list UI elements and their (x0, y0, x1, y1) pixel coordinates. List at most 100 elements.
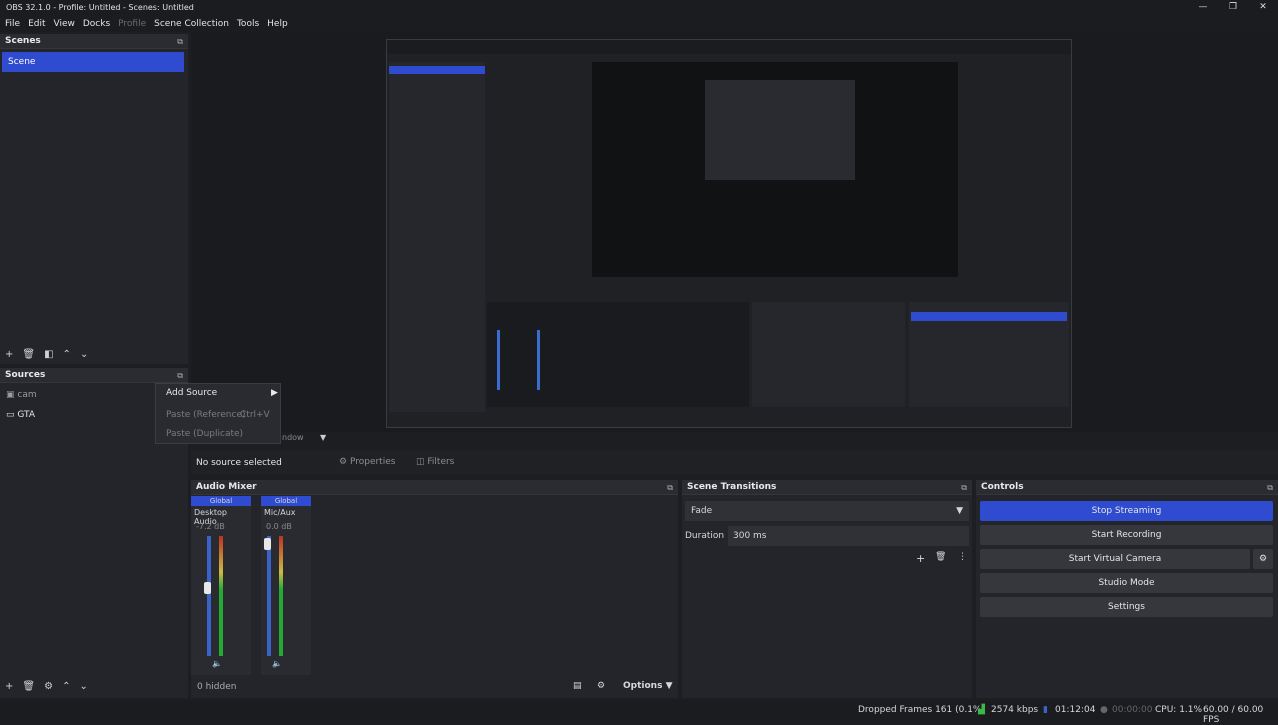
source-toolbar: No source selected ⚙ Properties ◫ Filter… (191, 450, 1278, 475)
source-label: cam (17, 390, 37, 400)
window-title: OBS 32.1.0 - Profile: Untitled - Scenes:… (6, 3, 194, 12)
duration-label: Duration (685, 531, 725, 541)
minimize-button[interactable]: — (1188, 0, 1218, 15)
move-up-icon[interactable]: ⌃ (63, 349, 71, 360)
maximize-button[interactable]: ❐ (1218, 0, 1248, 15)
sources-title: Sources (5, 370, 46, 380)
source-item-gta[interactable]: ▭ GTA (6, 410, 35, 420)
start-virtual-camera-button[interactable]: Start Virtual Camera (980, 549, 1250, 569)
scenes-title: Scenes (5, 36, 41, 46)
bitrate: 2574 kbps (991, 705, 1039, 715)
record-time: 00:00:00 (1112, 705, 1153, 715)
menu-paste-reference[interactable]: Paste (Reference) (166, 410, 246, 420)
camera-icon: ▣ (6, 390, 15, 400)
dock-float-icon[interactable]: ⧉ (667, 480, 673, 495)
start-recording-button[interactable]: Start Recording (980, 525, 1273, 545)
menu-tools[interactable]: Tools (237, 19, 259, 29)
channel-tag: Global (191, 496, 251, 506)
scene-item[interactable]: Scene (2, 52, 184, 72)
close-button[interactable]: ✕ (1248, 0, 1278, 15)
preview-capture-image (386, 39, 1072, 428)
dock-float-icon[interactable]: ⧉ (961, 480, 967, 495)
virtual-camera-settings-icon[interactable]: ⚙ (1253, 549, 1273, 569)
channel-db: -7.2 dB (196, 522, 225, 531)
controls-dock: Controls ⧉ Stop Streaming Start Recording… (976, 480, 1278, 698)
filters-button[interactable]: ◫ Filters (416, 457, 454, 467)
mixer-settings-icon[interactable]: ⚙ (597, 681, 605, 691)
source-properties-icon[interactable]: ⚙ (44, 681, 53, 692)
source-label: GTA (17, 410, 35, 420)
add-transition-icon[interactable]: + (916, 552, 925, 565)
scene-transitions-dock: Scene Transitions ⧉ Fade ▼ Duration 300 ms… (682, 480, 972, 698)
duration-input[interactable]: 300 ms (728, 526, 969, 546)
move-down-icon[interactable]: ⌄ (79, 681, 87, 692)
audio-mixer-dock: Audio Mixer ⧉ Global Desktop Audio -7.2 d… (191, 480, 678, 698)
stop-streaming-button[interactable]: Stop Streaming (980, 501, 1273, 521)
signal-icon: ▟ (978, 705, 985, 715)
submenu-arrow-icon: ▶ (271, 388, 278, 398)
stream-time: 01:12:04 (1055, 705, 1096, 715)
remove-scene-icon[interactable]: 🗑 (22, 349, 35, 360)
no-source-label: No source selected (196, 458, 282, 468)
transitions-title: Scene Transitions (687, 482, 777, 492)
move-up-icon[interactable]: ⌃ (62, 681, 70, 692)
more-options-icon[interactable]: ⋮ (958, 552, 967, 562)
volume-slider[interactable] (267, 536, 271, 656)
volume-slider-handle[interactable] (204, 582, 211, 594)
menu-profile[interactable]: Profile (118, 19, 146, 29)
controls-title: Controls (981, 482, 1024, 492)
shortcut-label: Ctrl+V (240, 410, 270, 420)
transition-select[interactable]: Fade ▼ (685, 501, 969, 521)
record-icon: ● (1100, 705, 1108, 715)
audio-mixer-title: Audio Mixer (196, 482, 257, 492)
live-icon: ▮ (1043, 705, 1048, 715)
scene-filter-icon[interactable]: ◧ (44, 349, 53, 360)
dropped-frames: Dropped Frames 161 (0.1%) (858, 705, 985, 715)
menu-bar: File Edit View Docks Profile Scene Colle… (0, 15, 1278, 32)
mixer-menu-icon[interactable]: ▤ (573, 681, 582, 691)
add-scene-icon[interactable]: + (5, 349, 13, 360)
hidden-count: 0 hidden (197, 682, 237, 692)
channel-db: 0.0 dB (266, 522, 292, 531)
menu-add-source[interactable]: Add Source (166, 388, 217, 398)
level-meter (279, 536, 283, 656)
cpu-usage: CPU: 1.1% (1155, 705, 1203, 715)
dock-float-icon[interactable]: ⧉ (177, 368, 183, 383)
move-down-icon[interactable]: ⌄ (80, 349, 88, 360)
dropdown-arrow-icon[interactable]: ▼ (320, 433, 326, 442)
source-item-cam[interactable]: ▣ cam (6, 390, 37, 400)
menu-edit[interactable]: Edit (28, 19, 45, 29)
mixer-channel-desktop: Global Desktop Audio -7.2 dB 🔈 (191, 496, 251, 675)
source-bar-fragment: ndow (282, 433, 304, 442)
studio-mode-button[interactable]: Studio Mode (980, 573, 1273, 593)
channel-name[interactable]: Mic/Aux (264, 508, 296, 517)
filter-icon: ◫ (416, 457, 425, 467)
volume-slider-handle[interactable] (264, 538, 271, 550)
menu-paste-duplicate[interactable]: Paste (Duplicate) (166, 429, 243, 439)
menu-view[interactable]: View (54, 19, 75, 29)
status-bar: Dropped Frames 161 (0.1%) ▟ 2574 kbps ▮ … (0, 700, 1278, 725)
monitor-icon: ▭ (6, 410, 15, 420)
remove-transition-icon[interactable]: 🗑 (935, 552, 946, 562)
dock-float-icon[interactable]: ⧉ (1267, 480, 1273, 495)
preview-canvas[interactable] (191, 32, 1278, 432)
fps: 60.00 / 60.00 FPS (1203, 705, 1264, 725)
menu-scene-collection[interactable]: Scene Collection (154, 19, 229, 29)
menu-docks[interactable]: Docks (83, 19, 110, 29)
scenes-dock: Scenes ⧉ Scene + 🗑 ◧ ⌃ ⌄ (0, 34, 188, 364)
menu-file[interactable]: File (5, 19, 20, 29)
add-source-icon[interactable]: + (5, 681, 13, 692)
remove-source-icon[interactable]: 🗑 (22, 681, 35, 692)
options-button[interactable]: Options ▼ (623, 681, 673, 691)
volume-slider[interactable] (207, 536, 211, 656)
context-menu: Add Source ▶ Paste (Reference) Ctrl+V Pa… (155, 383, 281, 444)
menu-help[interactable]: Help (267, 19, 288, 29)
dock-float-icon[interactable]: ⧉ (177, 34, 183, 49)
properties-button[interactable]: ⚙ Properties (339, 457, 395, 467)
speaker-icon[interactable]: 🔈 (272, 659, 282, 668)
settings-button[interactable]: Settings (980, 597, 1273, 617)
gear-icon: ⚙ (339, 457, 348, 467)
mixer-channel-mic: Global Mic/Aux 0.0 dB 🔈 (261, 496, 311, 675)
title-bar: OBS 32.1.0 - Profile: Untitled - Scenes:… (0, 0, 1278, 15)
speaker-icon[interactable]: 🔈 (212, 659, 222, 668)
